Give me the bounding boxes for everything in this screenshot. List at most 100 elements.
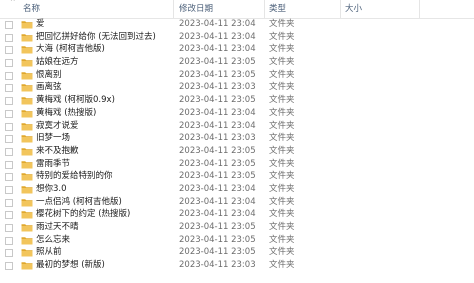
- row-checkbox[interactable]: [5, 21, 13, 29]
- row-checkbox[interactable]: [5, 97, 13, 106]
- row-checkbox[interactable]: [5, 59, 13, 68]
- file-row[interactable]: 最初的梦想 (新版) 2023-04-11 23:03 文件夹: [0, 259, 474, 272]
- file-name[interactable]: 想你3.0: [36, 183, 172, 196]
- file-name[interactable]: 黄梅戏 (热搜版): [36, 107, 172, 120]
- modified-date: 2023-04-11 23:05: [179, 234, 256, 245]
- file-type: 文件夹: [269, 222, 295, 232]
- folder-icon: [21, 185, 33, 194]
- file-type: 文件夹: [269, 82, 295, 93]
- folder-icon: [21, 45, 33, 54]
- file-name[interactable]: 怎么忘来: [36, 234, 172, 247]
- row-checkbox[interactable]: [5, 122, 13, 131]
- row-checkbox[interactable]: [5, 46, 13, 55]
- file-row[interactable]: 把回忆拼好给你 (无法回到过去) 2023-04-11 23:04 文件夹: [0, 31, 474, 44]
- row-checkbox[interactable]: [5, 224, 13, 232]
- file-row[interactable]: 黄梅戏 (热搜版) 2023-04-11 23:04 文件夹: [0, 107, 474, 120]
- folder-icon: [21, 109, 33, 118]
- file-row[interactable]: 一点侣鸿 (柯柯吉他版) 2023-04-11 23:04 文件夹: [0, 196, 474, 209]
- folder-icon: [21, 71, 33, 80]
- file-row[interactable]: 画离弦 2023-04-11 23:03 文件夹: [0, 81, 474, 94]
- folder-icon: [21, 58, 33, 67]
- row-checkbox[interactable]: [5, 249, 13, 258]
- modified-date: 2023-04-11 23:04: [179, 31, 256, 42]
- modified-date: 2023-04-11 23:03: [179, 133, 256, 144]
- folder-icon: [21, 122, 33, 131]
- file-name[interactable]: 恨离别: [36, 69, 172, 82]
- file-row[interactable]: 雨过天不晴 2023-04-11 23:05 文件夹: [0, 221, 474, 234]
- modified-date: 2023-04-11 23:05: [179, 171, 256, 182]
- file-type: 文件夹: [269, 247, 295, 258]
- file-row[interactable]: 怎么忘来 2023-04-11 23:05 文件夹: [0, 234, 474, 247]
- file-row[interactable]: 黄梅戏 (柯柯版0.9x) 2023-04-11 23:05 文件夹: [0, 94, 474, 107]
- file-row[interactable]: 爱 2023-04-11 23:04 文件夹: [0, 18, 474, 31]
- row-checkbox[interactable]: [5, 135, 13, 144]
- file-name[interactable]: 来不及抱歉: [36, 145, 172, 158]
- file-row[interactable]: 姑娘在远方 2023-04-11 23:05 文件夹: [0, 56, 474, 69]
- file-row[interactable]: 想你3.0 2023-04-11 23:04 文件夹: [0, 183, 474, 196]
- row-checkbox[interactable]: [5, 71, 13, 80]
- file-row[interactable]: 照从前 2023-04-11 23:05 文件夹: [0, 246, 474, 259]
- row-checkbox[interactable]: [5, 185, 13, 194]
- row-checkbox[interactable]: [5, 262, 13, 271]
- file-type: 文件夹: [269, 158, 295, 169]
- modified-date: 2023-04-11 23:04: [179, 107, 256, 118]
- file-name[interactable]: 照从前: [36, 246, 172, 259]
- file-name[interactable]: 姑娘在远方: [36, 56, 172, 69]
- file-name[interactable]: 最初的梦想 (新版): [36, 259, 172, 272]
- folder-icon: [21, 210, 33, 219]
- row-checkbox[interactable]: [5, 198, 13, 207]
- row-checkbox[interactable]: [5, 211, 13, 220]
- folder-icon: [21, 147, 33, 156]
- file-type: 文件夹: [269, 120, 295, 131]
- file-explorer: ⌃ 名称 修改日期 类型 大小 爱 2023-04-11 23:04 文件夹 把回忆拼…: [0, 0, 474, 283]
- file-type: 文件夹: [269, 44, 295, 55]
- file-name[interactable]: 寂寞才说爱: [36, 120, 172, 133]
- row-checkbox[interactable]: [5, 236, 13, 245]
- file-name[interactable]: 大海 (柯柯吉他版): [36, 43, 172, 56]
- file-type: 文件夹: [269, 107, 295, 118]
- modified-date: 2023-04-11 23:03: [179, 260, 256, 271]
- folder-icon: [21, 20, 33, 29]
- file-name[interactable]: 雨过天不晴: [36, 221, 172, 234]
- folder-icon: [21, 134, 33, 143]
- file-row[interactable]: 来不及抱歉 2023-04-11 23:05 文件夹: [0, 145, 474, 158]
- modified-date: 2023-04-11 23:04: [179, 44, 256, 55]
- file-type: 文件夹: [269, 196, 295, 207]
- file-name[interactable]: 黄梅戏 (柯柯版0.9x): [36, 94, 172, 107]
- file-name[interactable]: 特别的爱给特别的你: [36, 170, 172, 183]
- file-name[interactable]: 雷雨季节: [36, 158, 172, 171]
- row-checkbox[interactable]: [5, 109, 13, 118]
- file-name[interactable]: 樱花树下的约定 (热搜版): [36, 208, 172, 221]
- file-name[interactable]: 旧梦一场: [36, 132, 172, 145]
- file-type: 文件夹: [269, 19, 295, 29]
- folder-icon: [21, 236, 33, 245]
- file-name[interactable]: 一点侣鸿 (柯柯吉他版): [36, 196, 172, 209]
- file-row[interactable]: 樱花树下的约定 (热搜版) 2023-04-11 23:04 文件夹: [0, 208, 474, 221]
- file-row[interactable]: 寂寞才说爱 2023-04-11 23:04 文件夹: [0, 120, 474, 133]
- folder-icon: [21, 160, 33, 169]
- file-row[interactable]: 旧梦一场 2023-04-11 23:03 文件夹: [0, 132, 474, 145]
- row-checkbox[interactable]: [5, 84, 13, 93]
- file-name[interactable]: 把回忆拼好给你 (无法回到过去): [36, 31, 172, 44]
- file-row[interactable]: 恨离别 2023-04-11 23:05 文件夹: [0, 69, 474, 82]
- folder-icon: [21, 172, 33, 181]
- row-checkbox[interactable]: [5, 160, 13, 169]
- row-checkbox[interactable]: [5, 147, 13, 156]
- modified-date: 2023-04-11 23:05: [179, 69, 256, 80]
- file-row[interactable]: 大海 (柯柯吉他版) 2023-04-11 23:04 文件夹: [0, 43, 474, 56]
- file-row[interactable]: 特别的爱给特别的你 2023-04-11 23:05 文件夹: [0, 170, 474, 183]
- file-row[interactable]: 雷雨季节 2023-04-11 23:05 文件夹: [0, 158, 474, 171]
- row-checkbox[interactable]: [5, 33, 13, 42]
- file-type: 文件夹: [269, 95, 295, 106]
- modified-date: 2023-04-11 23:05: [179, 158, 256, 169]
- modified-date: 2023-04-11 23:05: [179, 57, 256, 68]
- file-type: 文件夹: [269, 31, 295, 42]
- file-name[interactable]: 画离弦: [36, 81, 172, 94]
- folder-icon: [21, 33, 33, 42]
- modified-date: 2023-04-11 23:04: [179, 196, 256, 207]
- row-checkbox[interactable]: [5, 173, 13, 182]
- modified-date: 2023-04-11 23:04: [179, 120, 256, 131]
- file-name[interactable]: 爱: [36, 18, 172, 31]
- modified-date: 2023-04-11 23:05: [179, 95, 256, 106]
- modified-date: 2023-04-11 23:04: [179, 209, 256, 220]
